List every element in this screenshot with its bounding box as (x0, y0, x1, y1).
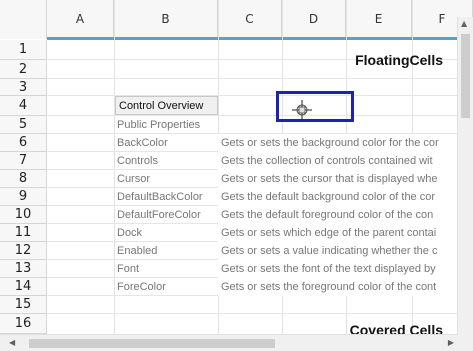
floating-cells-title[interactable]: FloatingCells (355, 52, 443, 68)
row-header-4[interactable]: 4 (0, 96, 47, 116)
row-header-15[interactable]: 15 (0, 296, 47, 314)
row-header-3[interactable]: 3 (0, 79, 47, 96)
header-accent-line (47, 37, 473, 40)
horizontal-scrollbar[interactable]: ◀ ▶ (0, 334, 458, 351)
property-name-cell[interactable]: Font (114, 260, 218, 278)
arrow-up-icon[interactable]: ▲ (461, 19, 467, 28)
row-header-9[interactable]: 9 (0, 188, 47, 206)
property-name-cell[interactable]: ForeColor (114, 278, 218, 296)
control-overview-cell[interactable]: Control Overview (115, 96, 218, 115)
public-properties-cell[interactable]: Public Properties (114, 116, 218, 134)
row-header-11[interactable]: 11 (0, 224, 47, 242)
column-header-a[interactable]: A (47, 0, 114, 39)
row-header-2[interactable]: 2 (0, 60, 47, 79)
property-description-cell[interactable]: Gets the default background color of the… (218, 188, 458, 206)
property-description-cell[interactable]: Gets or sets a value indicating whether … (218, 242, 458, 260)
property-description-cell[interactable]: Gets the collection of controls containe… (218, 152, 458, 170)
property-name-cell[interactable]: DefaultForeColor (114, 206, 218, 224)
select-all-corner[interactable] (0, 0, 47, 39)
column-header-d[interactable]: D (282, 0, 346, 39)
row-header-16[interactable]: 16 (0, 314, 47, 334)
scrollbar-corner (458, 335, 473, 351)
property-description-cell[interactable]: Gets or sets the cursor that is displaye… (218, 170, 458, 188)
property-name-cell[interactable]: BackColor (114, 134, 218, 152)
column-header-b[interactable]: B (114, 0, 218, 39)
row-header-5[interactable]: 5 (0, 116, 47, 134)
row-header-1[interactable]: 1 (0, 40, 47, 60)
property-description-cell[interactable]: Gets or sets the font of the text displa… (218, 260, 458, 278)
row-header-8[interactable]: 8 (0, 170, 47, 188)
arrow-left-icon[interactable]: ◀ (9, 338, 15, 347)
vertical-scroll-thumb[interactable] (461, 34, 470, 118)
row-header-13[interactable]: 13 (0, 260, 47, 278)
spreadsheet-grid[interactable]: A B C D E F 1 2 3 4 5 6 7 8 9 10 11 12 1… (0, 0, 473, 351)
row-header-10[interactable]: 10 (0, 206, 47, 224)
selected-cell-d4[interactable] (276, 91, 354, 122)
crosshair-cursor-icon (292, 100, 312, 120)
property-description-cell[interactable]: Gets or sets which edge of the parent co… (218, 224, 458, 242)
property-name-cell[interactable]: DefaultBackColor (114, 188, 218, 206)
row-header-14[interactable]: 14 (0, 278, 47, 296)
property-description-cell[interactable]: Gets the default foreground color of the… (218, 206, 458, 224)
property-name-cell[interactable]: Dock (114, 224, 218, 242)
arrow-right-icon[interactable]: ▶ (448, 338, 454, 347)
column-header-e[interactable]: E (346, 0, 412, 39)
property-description-cell[interactable]: Gets or sets the foreground color of the… (218, 278, 458, 296)
row-line-15 (0, 313, 473, 314)
column-header-c[interactable]: C (218, 0, 282, 39)
row-line-4 (0, 115, 473, 116)
row-line-2 (0, 78, 473, 79)
row-header-7[interactable]: 7 (0, 152, 47, 170)
row-line-3 (0, 95, 473, 96)
vertical-scrollbar[interactable]: ▲ (457, 17, 473, 335)
row-header-12[interactable]: 12 (0, 242, 47, 260)
row-header-6[interactable]: 6 (0, 134, 47, 152)
property-name-cell[interactable]: Enabled (114, 242, 218, 260)
horizontal-scroll-thumb[interactable] (29, 339, 275, 348)
property-description-cell[interactable]: Gets or sets the background color for th… (218, 134, 458, 152)
property-name-cell[interactable]: Controls (114, 152, 218, 170)
property-name-cell[interactable]: Cursor (114, 170, 218, 188)
